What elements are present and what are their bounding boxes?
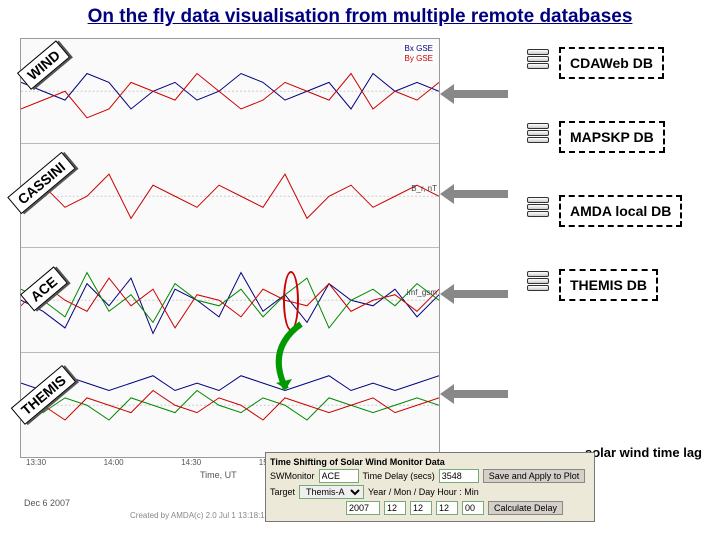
arrow-head xyxy=(440,84,454,104)
generated-stamp: Created by AMDA(c) 2.0 Jul 1 13:18:10 xyxy=(130,511,269,520)
panel-wind: Bx GSE By GSE xyxy=(21,39,439,144)
date-stamp: Dec 6 2007 xyxy=(24,498,70,508)
delay-input[interactable] xyxy=(439,469,479,483)
monitor-input[interactable] xyxy=(319,469,359,483)
arrow-shaft xyxy=(446,190,508,198)
hour-input[interactable] xyxy=(436,501,458,515)
db-item: MAPSKP DB xyxy=(527,121,702,153)
db-label-mapskp: MAPSKP DB xyxy=(559,121,665,153)
target-label: Target xyxy=(270,487,295,497)
db-item: CDAWeb DB xyxy=(527,47,702,79)
mon-input[interactable] xyxy=(384,501,406,515)
plot-column: Bx GSE By GSE B_r, nT imf_gsm xyxy=(20,38,440,458)
db-label-amda: AMDA local DB xyxy=(559,195,682,227)
server-icon xyxy=(527,271,549,299)
legend-bx: Bx GSE xyxy=(405,44,433,54)
arrow-zone xyxy=(440,54,530,434)
time-shift-dialog: Time Shifting of Solar Wind Monitor Data… xyxy=(265,452,595,522)
themis-chart xyxy=(21,353,439,458)
footer-note: solar wind time lag xyxy=(585,445,702,460)
db-item: AMDA local DB xyxy=(527,195,702,227)
wind-chart xyxy=(21,39,439,144)
delay-label: Time Delay (secs) xyxy=(363,471,435,481)
cassini-chart xyxy=(21,144,439,249)
arrow-head xyxy=(440,384,454,404)
tick: 14:00 xyxy=(104,458,124,467)
tick: 14:30 xyxy=(181,458,201,467)
min-input[interactable] xyxy=(462,501,484,515)
curved-arrow xyxy=(261,319,321,399)
panel-ace: imf_gsm xyxy=(21,248,439,353)
calculate-button[interactable]: Calculate Delay xyxy=(488,501,563,515)
diagram-stage: Bx GSE By GSE B_r, nT imf_gsm 13:30 14:0… xyxy=(0,32,720,532)
ylabel-cassini: B_r, nT xyxy=(411,185,437,194)
tick: 13:30 xyxy=(26,458,46,467)
db-label-themis: THEMIS DB xyxy=(559,269,658,301)
arrow-shaft xyxy=(446,390,508,398)
target-select[interactable]: Themis-A xyxy=(299,485,364,499)
panel-themis xyxy=(21,353,439,458)
arrow-head xyxy=(440,184,454,204)
apply-button[interactable]: Save and Apply to Plot xyxy=(483,469,586,483)
arrow-shaft xyxy=(446,90,508,98)
arrow-head xyxy=(440,284,454,304)
server-icon xyxy=(527,123,549,151)
day-input[interactable] xyxy=(410,501,432,515)
page-title: On the fly data visualisation from multi… xyxy=(0,0,720,32)
db-label-cdaweb: CDAWeb DB xyxy=(559,47,664,79)
panel-cassini: B_r, nT xyxy=(21,144,439,249)
arrow-shaft xyxy=(446,290,508,298)
server-icon xyxy=(527,197,549,225)
ylabel-ace: imf_gsm xyxy=(407,289,437,298)
monitor-label: SWMonitor xyxy=(270,471,315,481)
x-axis-label: Time, UT xyxy=(200,470,237,480)
dialog-header: Time Shifting of Solar Wind Monitor Data xyxy=(270,457,590,467)
legend-by: By GSE xyxy=(405,54,433,64)
db-item: THEMIS DB xyxy=(527,269,702,301)
datetime-label: Year / Mon / Day Hour : Min xyxy=(368,487,479,497)
panel-legend: Bx GSE By GSE xyxy=(403,43,435,64)
server-icon xyxy=(527,49,549,77)
database-column: CDAWeb DB MAPSKP DB AMDA local DB THEMIS… xyxy=(527,47,702,343)
ace-chart xyxy=(21,248,439,353)
year-input[interactable] xyxy=(346,501,380,515)
